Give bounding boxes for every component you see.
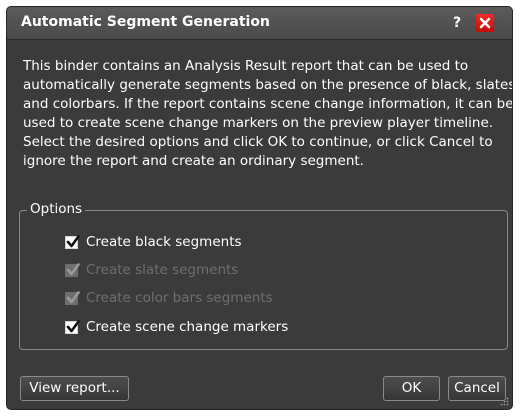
option-label: Create black segments: [86, 234, 242, 250]
checkbox-box: [65, 290, 80, 305]
dialog-title: Automatic Segment Generation: [21, 14, 270, 30]
option-label: Create color bars segments: [86, 290, 273, 306]
checkbox-box[interactable]: [65, 319, 80, 334]
ok-button[interactable]: OK: [383, 376, 440, 401]
close-icon: [479, 17, 491, 29]
create-scene-change-markers-checkbox[interactable]: Create scene change markers: [65, 318, 288, 336]
close-button[interactable]: [476, 14, 494, 32]
checkmark-icon: [66, 319, 80, 332]
checkmark-icon: [66, 290, 80, 303]
view-report-button[interactable]: View report...: [20, 376, 129, 401]
message-line: ignore the report and create an ordinary…: [23, 153, 364, 169]
message-line: automatically generate segments based on…: [23, 77, 513, 93]
message-line: used to create scene change markers on t…: [23, 115, 494, 131]
message-line: and colorbars. If the report contains sc…: [23, 96, 513, 112]
message-line: This binder contains an Analysis Result …: [23, 58, 469, 74]
dialog-title-bar[interactable]: Automatic Segment Generation ?: [7, 7, 512, 40]
create-color-bars-segments-checkbox: Create color bars segments: [65, 289, 273, 307]
option-label: Create slate segments: [86, 262, 239, 278]
resize-grip-icon[interactable]: [499, 396, 509, 406]
checkmark-icon: [66, 234, 80, 247]
help-button[interactable]: ?: [448, 14, 466, 32]
options-group: Options Create black segments Create sla…: [19, 200, 508, 350]
automatic-segment-dialog: Automatic Segment Generation ? This bind…: [6, 6, 513, 410]
checkbox-box[interactable]: [65, 234, 80, 249]
create-slate-segments-checkbox: Create slate segments: [65, 261, 238, 279]
create-black-segments-checkbox[interactable]: Create black segments: [65, 233, 242, 251]
dialog-message: This binder contains an Analysis Result …: [23, 57, 513, 171]
checkbox-box: [65, 262, 80, 277]
option-label: Create scene change markers: [86, 319, 289, 335]
cancel-button[interactable]: Cancel: [448, 376, 506, 401]
options-legend: Options: [27, 200, 86, 219]
message-line: Select the desired options and click OK …: [23, 134, 493, 150]
checkmark-icon: [66, 262, 80, 275]
